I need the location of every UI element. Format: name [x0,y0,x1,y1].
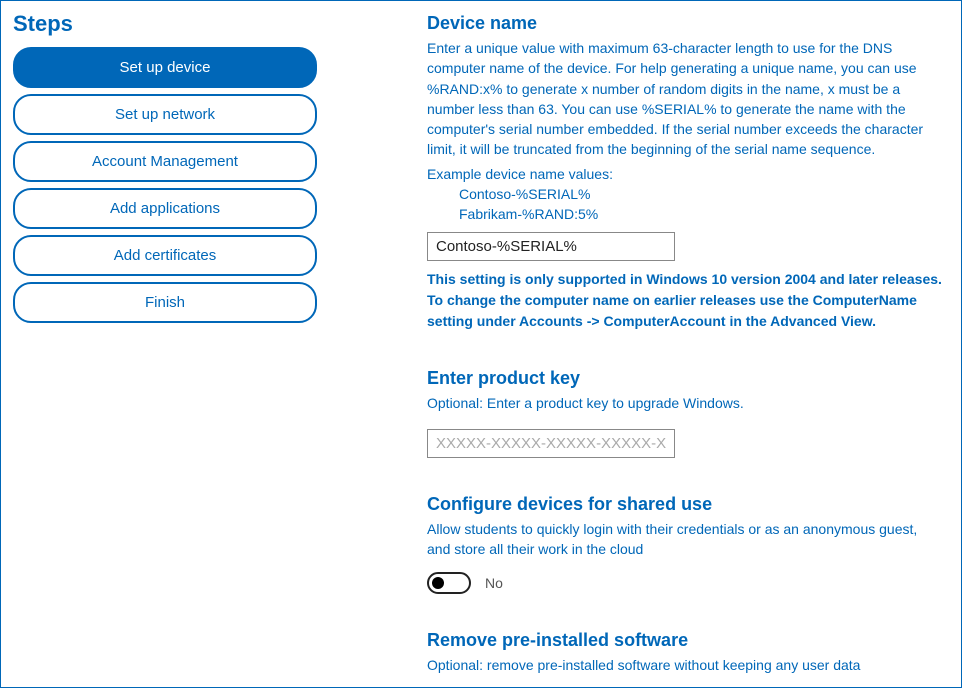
step-finish[interactable]: Finish [13,282,317,323]
device-name-example-2: Fabrikam-%RAND:5% [459,206,943,222]
shared-use-section: Configure devices for shared use Allow s… [427,494,943,594]
product-key-input[interactable] [427,429,675,458]
product-key-desc: Optional: Enter a product key to upgrade… [427,393,943,413]
device-name-example-1: Contoso-%SERIAL% [459,186,943,202]
product-key-title: Enter product key [427,368,943,389]
shared-use-toggle-label: No [485,575,503,591]
device-name-title: Device name [427,13,943,34]
toggle-knob [432,577,444,589]
device-name-desc: Enter a unique value with maximum 63-cha… [427,38,943,160]
device-name-input[interactable] [427,232,675,261]
step-set-up-device[interactable]: Set up device [13,47,317,88]
device-name-section: Device name Enter a unique value with ma… [427,13,943,332]
product-key-section: Enter product key Optional: Enter a prod… [427,368,943,458]
step-add-certificates[interactable]: Add certificates [13,235,317,276]
steps-title: Steps [13,11,317,37]
step-set-up-network[interactable]: Set up network [13,94,317,135]
shared-use-title: Configure devices for shared use [427,494,943,515]
remove-software-title: Remove pre-installed software [427,630,943,651]
shared-use-toggle[interactable] [427,572,471,594]
shared-use-toggle-row: No [427,572,943,594]
step-add-applications[interactable]: Add applications [13,188,317,229]
remove-software-desc: Optional: remove pre-installed software … [427,655,943,675]
device-name-example-label: Example device name values: [427,166,943,182]
steps-sidebar: Steps Set up device Set up network Accou… [1,1,331,687]
main-content: Device name Enter a unique value with ma… [331,1,961,687]
remove-software-section: Remove pre-installed software Optional: … [427,630,943,687]
step-account-management[interactable]: Account Management [13,141,317,182]
shared-use-desc: Allow students to quickly login with the… [427,519,943,560]
device-name-note: This setting is only supported in Window… [427,269,943,332]
